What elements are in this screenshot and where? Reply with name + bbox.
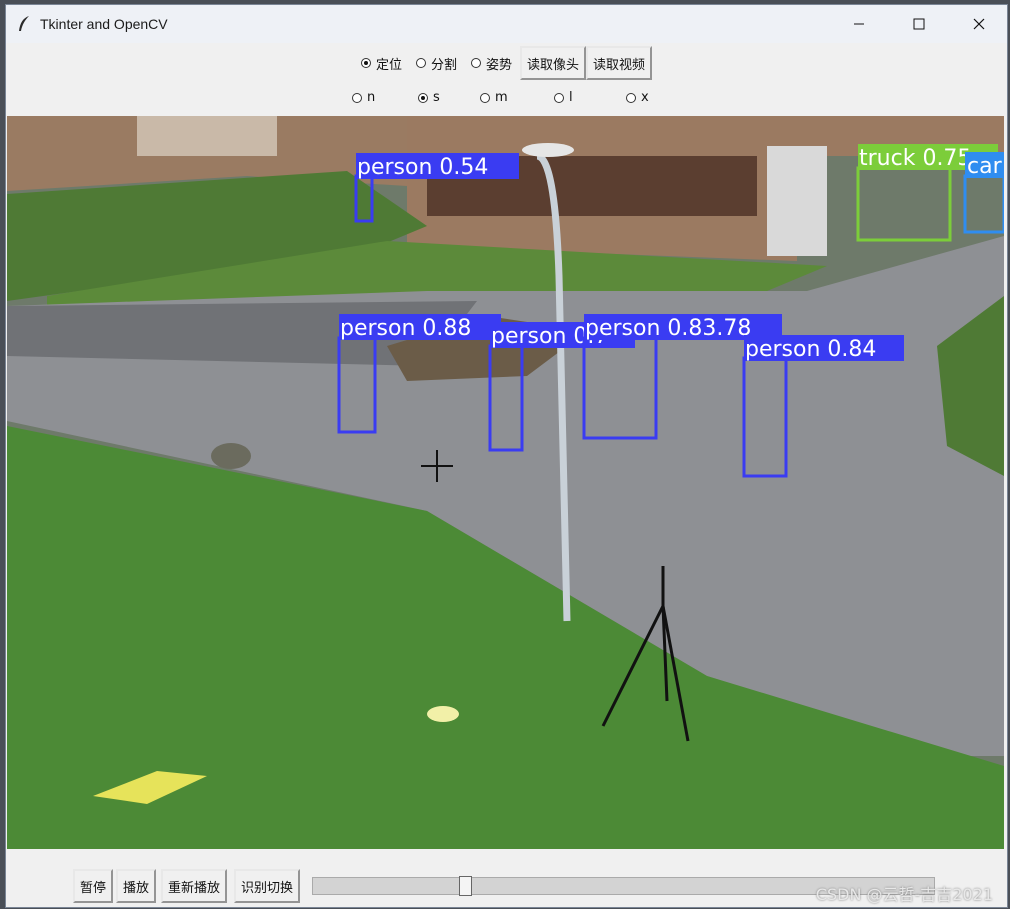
paper-litter (427, 706, 459, 722)
feather-icon (19, 16, 29, 31)
minimize-button[interactable] (836, 5, 882, 43)
lamp-head (522, 143, 574, 157)
switch-detection-button[interactable]: 识别切换 (234, 869, 301, 903)
close-icon (973, 18, 985, 30)
radio-dot (470, 58, 481, 68)
window-title: Tkinter and OpenCV (40, 16, 168, 32)
radio-dot (480, 92, 490, 103)
slider-handle[interactable] (459, 876, 472, 896)
radio-dot (352, 92, 362, 103)
maximize-button[interactable] (896, 5, 942, 43)
radio-dot (418, 92, 428, 103)
radio-size-l[interactable]: l (554, 90, 573, 105)
pause-button[interactable]: 暂停 (73, 869, 114, 903)
det-label-person-054: person 0.54 (357, 155, 488, 180)
video-scene: person 0.54 person 0.88 person 0.7 perso… (7, 116, 1004, 849)
replay-button[interactable]: 重新播放 (161, 869, 228, 903)
radio-size-s[interactable]: s (418, 90, 440, 105)
task-controls: 定位 分割 姿势 读取像头 读取视频 (6, 43, 1007, 83)
maximize-icon (913, 18, 925, 30)
building-windows (137, 116, 277, 156)
playback-bar: 暂停 播放 重新播放 识别切换 CSDN @云哲-吉吉2021 (6, 853, 1007, 907)
title-bar: Tkinter and OpenCV (6, 5, 1007, 43)
det-label-person-083: person 0.83.78 (585, 316, 751, 341)
radio-size-x[interactable]: x (626, 90, 649, 105)
det-label-truck-075: truck 0.75 (859, 146, 971, 171)
radio-segment[interactable]: 分割 (415, 54, 457, 73)
app-window: Tkinter and OpenCV 定位 分割 姿势 读取像头 读取视频 n (5, 4, 1008, 908)
radio-size-m[interactable]: m (480, 90, 508, 105)
close-button[interactable] (956, 5, 1002, 43)
building-equipment (767, 146, 827, 256)
watermark: CSDN @云哲-吉吉2021 (815, 885, 993, 904)
play-button[interactable]: 播放 (116, 869, 157, 903)
minimize-icon (854, 23, 864, 25)
radio-dot (360, 58, 371, 68)
radio-locate[interactable]: 定位 (360, 54, 402, 73)
det-label-car: car (967, 154, 1003, 179)
model-size-controls: n s m l x (6, 85, 1007, 111)
radio-dot (554, 92, 564, 103)
radio-size-n[interactable]: n (352, 90, 375, 105)
det-label-person-088: person 0.88 (340, 316, 471, 341)
rock (211, 443, 251, 469)
radio-dot (415, 58, 426, 68)
read-video-button[interactable]: 读取视频 (586, 46, 653, 80)
video-frame: person 0.54 person 0.88 person 0.7 perso… (7, 116, 1004, 849)
radio-pose[interactable]: 姿势 (470, 54, 512, 73)
radio-dot (626, 92, 636, 103)
read-camera-button[interactable]: 读取像头 (520, 46, 587, 80)
det-label-person-084: person 0.84 (745, 337, 876, 362)
